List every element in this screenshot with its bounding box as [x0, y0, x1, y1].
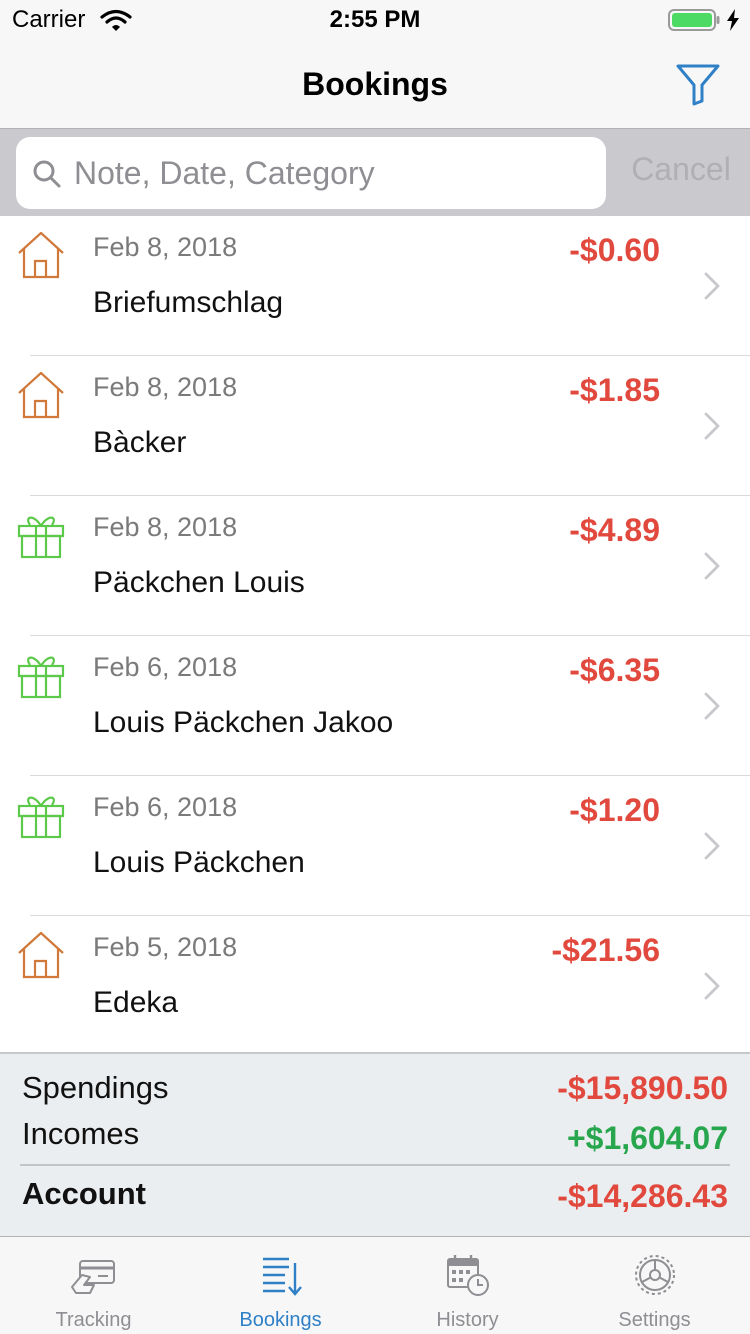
chevron-right-icon — [704, 412, 720, 440]
chevron-right-icon — [704, 832, 720, 860]
booking-amount: -$1.85 — [569, 372, 660, 408]
gear-icon — [635, 1255, 675, 1295]
booking-date: Feb 8, 2018 — [93, 372, 238, 402]
list-icon — [263, 1257, 302, 1296]
tab-bar: Tracking Bookings History Settings — [0, 1236, 750, 1334]
tab-bookings[interactable]: Bookings — [187, 1237, 374, 1334]
chevron-right-icon — [704, 972, 720, 1000]
booking-date: Feb 8, 2018 — [93, 512, 238, 542]
search-field[interactable] — [16, 137, 606, 209]
booking-date: Feb 6, 2018 — [93, 652, 238, 682]
filter-icon — [676, 64, 720, 106]
navigation-bar: Bookings — [0, 40, 750, 128]
search-bar: Cancel — [0, 128, 750, 216]
gift-icon — [17, 796, 65, 839]
spendings-value: -$15,890.50 — [557, 1070, 728, 1106]
booking-note: Päckchen Louis — [93, 566, 305, 599]
charging-bolt-icon — [727, 9, 739, 31]
battery-icon — [668, 9, 720, 31]
search-input[interactable] — [74, 151, 594, 195]
booking-note: Louis Päckchen Jakoo — [93, 706, 394, 739]
booking-amount: -$4.89 — [569, 512, 660, 548]
filter-button[interactable] — [672, 58, 724, 110]
booking-date: Feb 8, 2018 — [93, 232, 238, 262]
booking-row[interactable]: Feb 8, 2018 Päckchen Louis -$4.89 — [0, 496, 750, 636]
booking-note: Louis Päckchen — [93, 846, 305, 879]
account-value: -$14,286.43 — [557, 1178, 728, 1214]
booking-row[interactable]: Feb 8, 2018 Briefumschlag -$0.60 — [0, 216, 750, 356]
status-time: 2:55 PM — [329, 6, 421, 33]
booking-amount: -$21.56 — [551, 932, 660, 968]
tab-label: Bookings — [239, 1309, 322, 1331]
booking-note: Bàcker — [93, 426, 187, 459]
search-icon — [33, 160, 61, 188]
house-icon — [18, 931, 64, 979]
incomes-value: +$1,604.07 — [566, 1120, 728, 1156]
chevron-right-icon — [704, 692, 720, 720]
booking-date: Feb 6, 2018 — [93, 792, 238, 822]
booking-note: Edeka — [93, 986, 179, 1019]
account-label: Account — [22, 1176, 146, 1211]
gift-icon — [17, 516, 65, 559]
page-title: Bookings — [302, 66, 448, 102]
booking-row[interactable]: Feb 6, 2018 Louis Päckchen Jakoo -$6.35 — [0, 636, 750, 776]
gift-icon — [17, 656, 65, 699]
chevron-right-icon — [704, 272, 720, 300]
status-bar: Carrier 2:55 PM — [0, 0, 750, 40]
booking-row[interactable]: Feb 5, 2018 Edeka -$21.56 — [0, 916, 750, 1052]
card-icon — [71, 1260, 115, 1294]
booking-amount: -$1.20 — [569, 792, 660, 828]
booking-amount: -$0.60 — [569, 232, 660, 268]
calendar-clock-icon — [447, 1255, 489, 1296]
summary-divider — [20, 1164, 730, 1166]
house-icon — [18, 231, 64, 279]
totals-summary: Spendings -$15,890.50 Incomes +$1,604.07… — [0, 1052, 750, 1236]
chevron-right-icon — [704, 552, 720, 580]
spendings-label: Spendings — [22, 1070, 169, 1105]
tab-settings[interactable]: Settings — [561, 1237, 748, 1334]
cancel-button[interactable]: Cancel — [622, 151, 740, 188]
tab-label: Tracking — [55, 1309, 132, 1331]
tab-tracking[interactable]: Tracking — [0, 1237, 187, 1334]
incomes-label: Incomes — [22, 1116, 140, 1151]
booking-note: Briefumschlag — [93, 286, 284, 319]
booking-row[interactable]: Feb 6, 2018 Louis Päckchen -$1.20 — [0, 776, 750, 916]
booking-date: Feb 5, 2018 — [93, 932, 238, 962]
bookings-list: Feb 8, 2018 Briefumschlag -$0.60 Feb 8, … — [0, 216, 750, 1052]
tab-history[interactable]: History — [374, 1237, 561, 1334]
tab-label: History — [436, 1309, 499, 1331]
house-icon — [18, 371, 64, 419]
tab-label: Settings — [618, 1309, 691, 1331]
booking-amount: -$6.35 — [569, 652, 660, 688]
booking-row[interactable]: Feb 8, 2018 Bàcker -$1.85 — [0, 356, 750, 496]
